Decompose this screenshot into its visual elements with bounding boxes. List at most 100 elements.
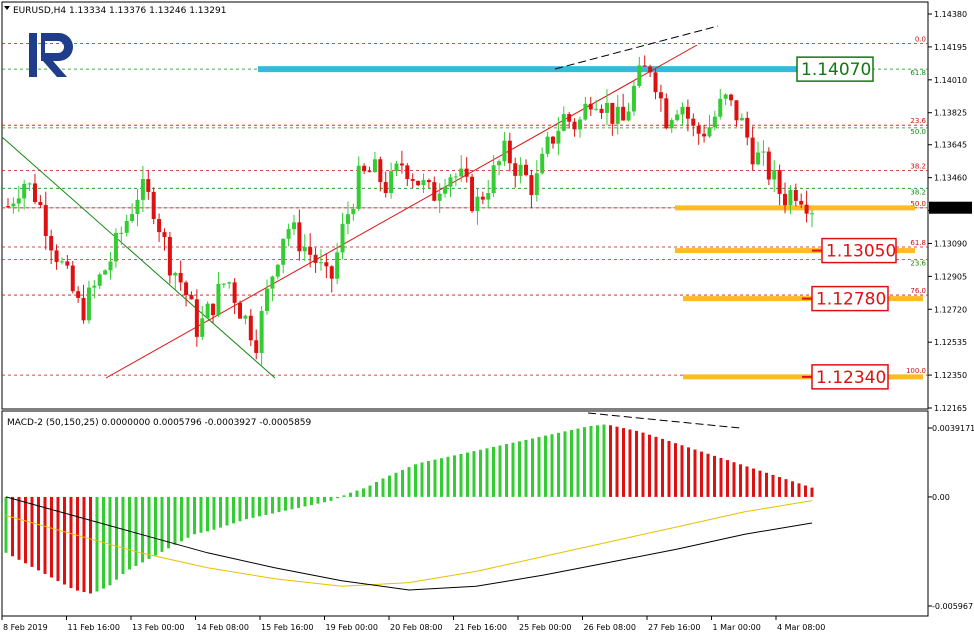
candle-body (583, 103, 588, 120)
time-tick-label: 4 Mar 08:00 (777, 623, 825, 632)
candle-body (243, 315, 248, 319)
candle-body (92, 285, 97, 288)
candle-body (804, 204, 809, 214)
candle-body (416, 180, 421, 186)
candle-body (631, 85, 636, 112)
candle-body (254, 340, 259, 353)
macd-bar (17, 496, 21, 560)
candle-body (275, 264, 280, 277)
macd-bar (453, 455, 456, 497)
macd-bar (615, 426, 619, 497)
candle-body (108, 261, 113, 271)
macd-bar (797, 483, 801, 497)
candle-body (675, 114, 680, 121)
candle-body (453, 176, 458, 178)
candle-body (777, 170, 782, 194)
candle-body (140, 179, 145, 200)
time-tick-label: 19 Feb 00:00 (326, 623, 378, 632)
macd-bar (791, 481, 794, 497)
candle-body (65, 261, 70, 266)
candle-body (227, 282, 232, 284)
candle-body (529, 175, 534, 196)
macd-bar (147, 496, 151, 559)
macd-bar (472, 451, 476, 497)
candle-body (399, 163, 404, 166)
candle-body (146, 179, 151, 192)
macd-bar (784, 479, 788, 497)
support-zone (675, 205, 915, 211)
candle-body (577, 119, 582, 130)
candle-body (594, 108, 599, 110)
candle-body (707, 127, 712, 137)
price-tick-label: 1.14010 (934, 76, 967, 85)
fib-level-label: 0.0 (915, 35, 926, 43)
macd-bar (342, 495, 346, 497)
macd-bar (498, 445, 502, 497)
candle-body (615, 106, 620, 124)
macd-bar (264, 496, 268, 515)
macd-bar (154, 496, 157, 556)
macd-bar (557, 432, 560, 497)
macd-bar (167, 496, 170, 549)
macd-bar (290, 496, 294, 510)
candle-body (32, 183, 37, 203)
macd-bar (719, 457, 723, 497)
macd-bar (687, 447, 690, 497)
time-tick-label: 1 Mar 00:00 (713, 623, 761, 632)
macd-bar (115, 496, 118, 580)
time-tick-label: 20 Feb 08:00 (390, 623, 442, 632)
candle-body (248, 315, 253, 341)
candle-body (97, 274, 102, 286)
price-tick-label: 1.13090 (934, 239, 967, 248)
candle-body (604, 102, 609, 113)
candle-body (459, 168, 464, 177)
macd-bar (583, 427, 586, 497)
candle-body (475, 196, 480, 212)
time-tick-label: 15 Feb 16:00 (261, 623, 313, 632)
candle-body (432, 182, 437, 201)
macd-bar (641, 432, 645, 497)
candle-body (783, 193, 788, 206)
candle-body (448, 177, 453, 187)
macd-bar (219, 496, 222, 528)
macd-bar (414, 464, 417, 497)
fib-level-label: 76.0 (910, 287, 926, 295)
candle-body (556, 130, 561, 144)
macd-bar (82, 496, 86, 593)
candle-body (626, 111, 631, 121)
candle-body (772, 170, 777, 180)
macd-bar (63, 496, 66, 585)
macd-bar (732, 462, 736, 497)
candle-body (329, 266, 334, 279)
candle-body (389, 171, 394, 194)
macd-panel[interactable] (1, 410, 929, 617)
macd-bar (258, 496, 261, 517)
macd-bar (108, 496, 112, 586)
macd-bar (609, 425, 612, 497)
macd-bar (628, 429, 632, 497)
price-tick-label: 1.12350 (934, 371, 967, 380)
candle-body (685, 106, 690, 119)
macd-bar (238, 496, 242, 522)
macd-bar (225, 496, 229, 526)
macd-bar (394, 472, 398, 497)
time-tick-label: 26 Feb 08:00 (584, 623, 636, 632)
time-tick-label: 14 Feb 08:00 (197, 623, 249, 632)
macd-tick-label: 0.0039171 (932, 424, 974, 433)
macd-bar (511, 442, 515, 497)
chart-title: EURUSD,H4 1.13334 1.13376 1.13246 1.1329… (13, 6, 226, 16)
price-tick-label: 1.12535 (934, 338, 967, 347)
candle-body (383, 182, 388, 194)
macd-bar (284, 496, 287, 511)
macd-bar (212, 496, 216, 530)
candle-body (545, 136, 550, 154)
candle-body (16, 198, 21, 204)
candle-body (308, 247, 313, 255)
candle-body (648, 66, 653, 73)
macd-bar (459, 453, 463, 497)
candle-body (718, 98, 723, 117)
candle-body (238, 302, 243, 319)
candle-body (691, 118, 696, 126)
candle-body (464, 168, 469, 177)
candle-body (151, 191, 156, 220)
